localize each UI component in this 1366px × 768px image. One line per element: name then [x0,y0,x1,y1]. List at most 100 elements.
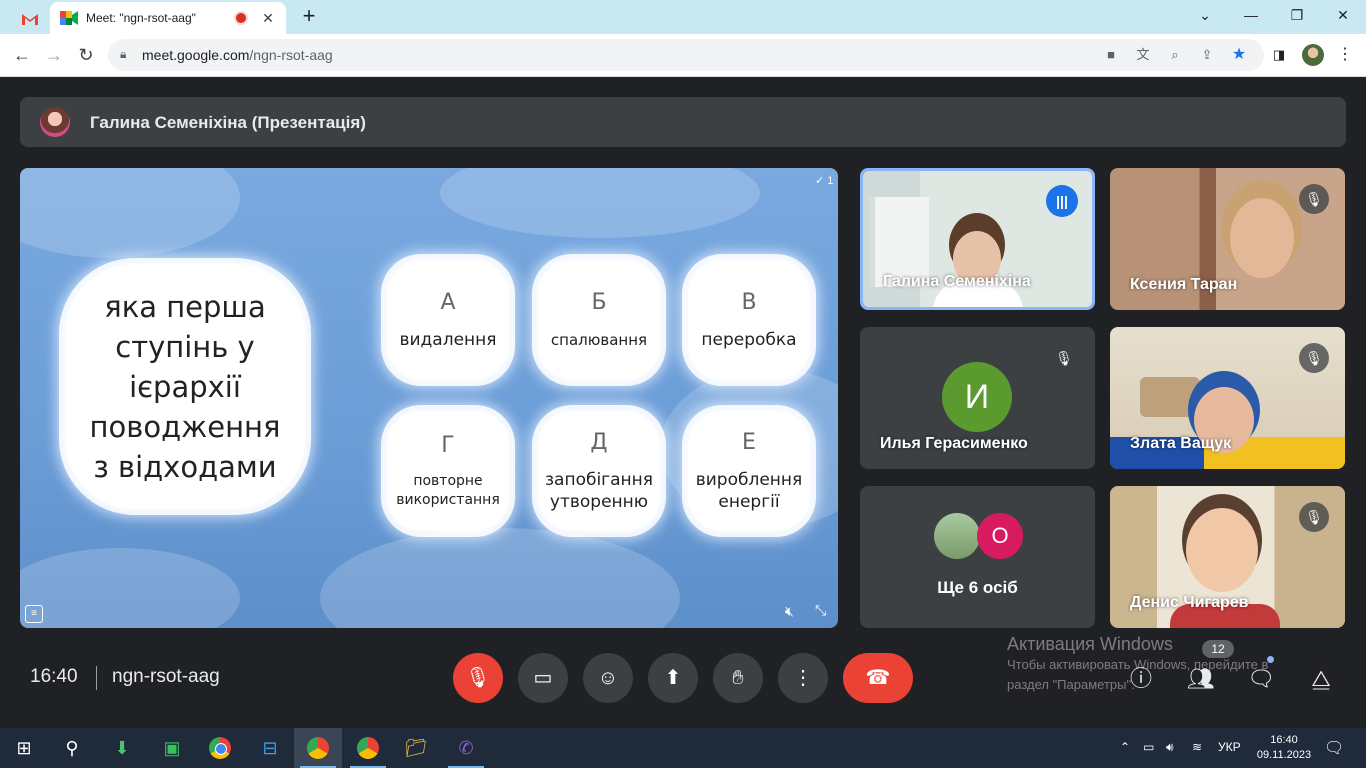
participant-tile[interactable]: 🎙︎ Ксения Таран [1110,168,1345,310]
zoom-icon[interactable]: ⌕ [1166,46,1184,64]
leave-call-button[interactable]: ☎︎ [843,653,913,703]
hand-icon: ✋︎ [732,667,744,689]
input-language[interactable]: УКР [1218,740,1241,754]
participant-tile-others[interactable]: О Ще 6 осіб [860,486,1095,628]
option-text: вироблення енергії [695,469,803,512]
wifi-icon[interactable]: ≋ [1192,740,1202,754]
captions-icon[interactable]: ≡ [25,605,43,623]
chrome-profile2-icon[interactable] [344,728,392,768]
network-app-icon[interactable]: ⊟ [246,728,294,768]
kebab-menu-icon: ⋮ [793,667,813,689]
participant-tile[interactable]: И 🎙︎ Илья Герасименко [860,327,1095,469]
option-text: запобігання утворенню [545,469,653,512]
forward-arrow-icon[interactable]: → [42,43,66,67]
windows-start-icon[interactable]: ⊞ [0,728,48,768]
answer-option-v[interactable]: В переробка [688,260,810,380]
participant-tile[interactable]: ||| Галина Семеніхіна [860,168,1095,310]
answer-option-b[interactable]: Б спалювання [538,260,660,380]
participant-name: Ксения Таран [1130,276,1238,293]
viber-icon[interactable]: ✆ [442,728,490,768]
tab-gmail[interactable] [10,4,50,34]
participant-tile[interactable]: 🎙︎ Денис Чигарев [1110,486,1345,628]
people-icon[interactable]: 👥︎ [1186,664,1216,694]
taskbar-clock[interactable]: 16:40 09.11.2023 [1254,733,1314,763]
chat-notification-dot [1267,656,1274,663]
bookmark-star-icon[interactable]: ★ [1230,46,1248,64]
file-explorer-icon[interactable]: 📁︎ [392,728,440,768]
answer-option-g[interactable]: Г повторне використання [387,411,509,531]
close-window-button[interactable]: ✕ [1320,4,1366,28]
mic-off-button[interactable]: 🎙︎ [453,653,503,703]
mic-off-icon: 🎙︎ [1299,184,1329,214]
side-panel-icon[interactable]: ◨ [1270,46,1288,64]
option-text: повторне використання [396,472,500,508]
tab-meet[interactable]: Meet: "ngn-rsot-aag" ✕ [50,2,286,34]
answer-option-d[interactable]: Д запобігання утворенню [538,411,660,531]
translate-icon[interactable]: 文 [1134,46,1152,64]
meet-icon [60,11,78,25]
battery-icon[interactable]: ▭ [1143,740,1154,754]
cleaner-app-icon[interactable]: ▣ [148,728,196,768]
camera-icon: ▭ [533,667,553,689]
participant-face [1230,198,1294,278]
search-icon[interactable]: ⚲ [48,728,96,768]
restore-button[interactable]: ❐ [1274,4,1320,28]
kebab-menu-icon[interactable]: ⋮ [1336,46,1354,64]
participants-count-badge: 12 [1202,640,1234,658]
option-letter: В [741,289,757,315]
mic-off-icon: 🎙︎ [1049,343,1079,373]
back-arrow-icon[interactable]: ← [10,43,34,67]
participant-tile[interactable]: 🎙︎ Злата Ващук [1110,327,1345,469]
presentation-slide[interactable]: яка перша ступінь у ієрархії поводження … [20,168,838,628]
answer-option-a[interactable]: А видалення [387,260,509,380]
chat-icon[interactable]: 🗨︎ [1246,664,1276,694]
participant-face [1186,508,1258,592]
profile-avatar[interactable] [1302,44,1324,66]
tray-chevron-icon[interactable]: ⌃ [1120,740,1130,754]
option-text: видалення [399,329,497,350]
volume-icon[interactable]: 🔊︎ [1166,740,1174,755]
minimize-button[interactable]: — [1228,4,1274,28]
slide-mute-icon[interactable]: 🔇︎ [785,603,794,620]
lock-icon[interactable]: 🔒︎ [120,47,126,62]
tab-title: Meet: "ngn-rsot-aag" [86,11,196,25]
notifications-icon[interactable]: 🗨︎ [1324,738,1344,758]
meeting-info-icon[interactable]: ⓘ [1126,664,1156,694]
app-installer-icon[interactable]: ⬇ [98,728,146,768]
share-icon[interactable]: ⇪ [1198,46,1216,64]
more-options-button[interactable]: ⋮ [778,653,828,703]
mic-off-icon: 🎙︎ [1299,343,1329,373]
close-tab-icon[interactable]: ✕ [260,10,276,27]
activities-icon[interactable]: ⧋ [1306,664,1336,694]
reactions-button[interactable]: ☺ [583,653,633,703]
slide-counter: ✓ 1 [815,175,834,187]
meeting-code: ngn-rsot-aag [112,666,220,687]
option-letter: Г [441,432,455,458]
new-tab-button[interactable]: + [298,5,320,28]
reload-icon[interactable]: ↻ [74,43,98,67]
url-path: /ngn-rsot-aag [249,47,333,63]
present-button[interactable]: ⬆ [648,653,698,703]
emoji-icon: ☺ [597,667,619,689]
answer-option-e[interactable]: Е вироблення енергії [688,411,810,531]
recording-icon [234,11,248,25]
camera-button[interactable]: ▭ [518,653,568,703]
option-letter: Д [590,429,608,455]
participant-name: Илья Герасименко [880,435,1028,452]
camera-icon[interactable]: ■ [1102,46,1120,64]
chrome-profile-icon[interactable] [294,728,342,768]
url-host: meet.google.com [142,47,250,63]
option-letter: Е [742,429,756,455]
chrome-icon[interactable] [196,728,244,768]
participant-name: Злата Ващук [1130,435,1232,452]
taskbar-date: 09.11.2023 [1256,749,1312,761]
gmail-icon [22,14,38,25]
exit-fullscreen-icon[interactable]: ⤡ [815,602,826,619]
participant-avatar: И [942,362,1012,432]
tab-search-icon[interactable]: ⌄ [1182,4,1228,28]
participant-avatar-initial: О [977,513,1023,559]
taskbar-time: 16:40 [1270,734,1298,746]
url-text[interactable]: meet.google.com/ngn-rsot-aag [142,47,333,63]
raise-hand-button[interactable]: ✋︎ [713,653,763,703]
question-text: яка перша ступінь у ієрархії поводження … [89,289,281,484]
